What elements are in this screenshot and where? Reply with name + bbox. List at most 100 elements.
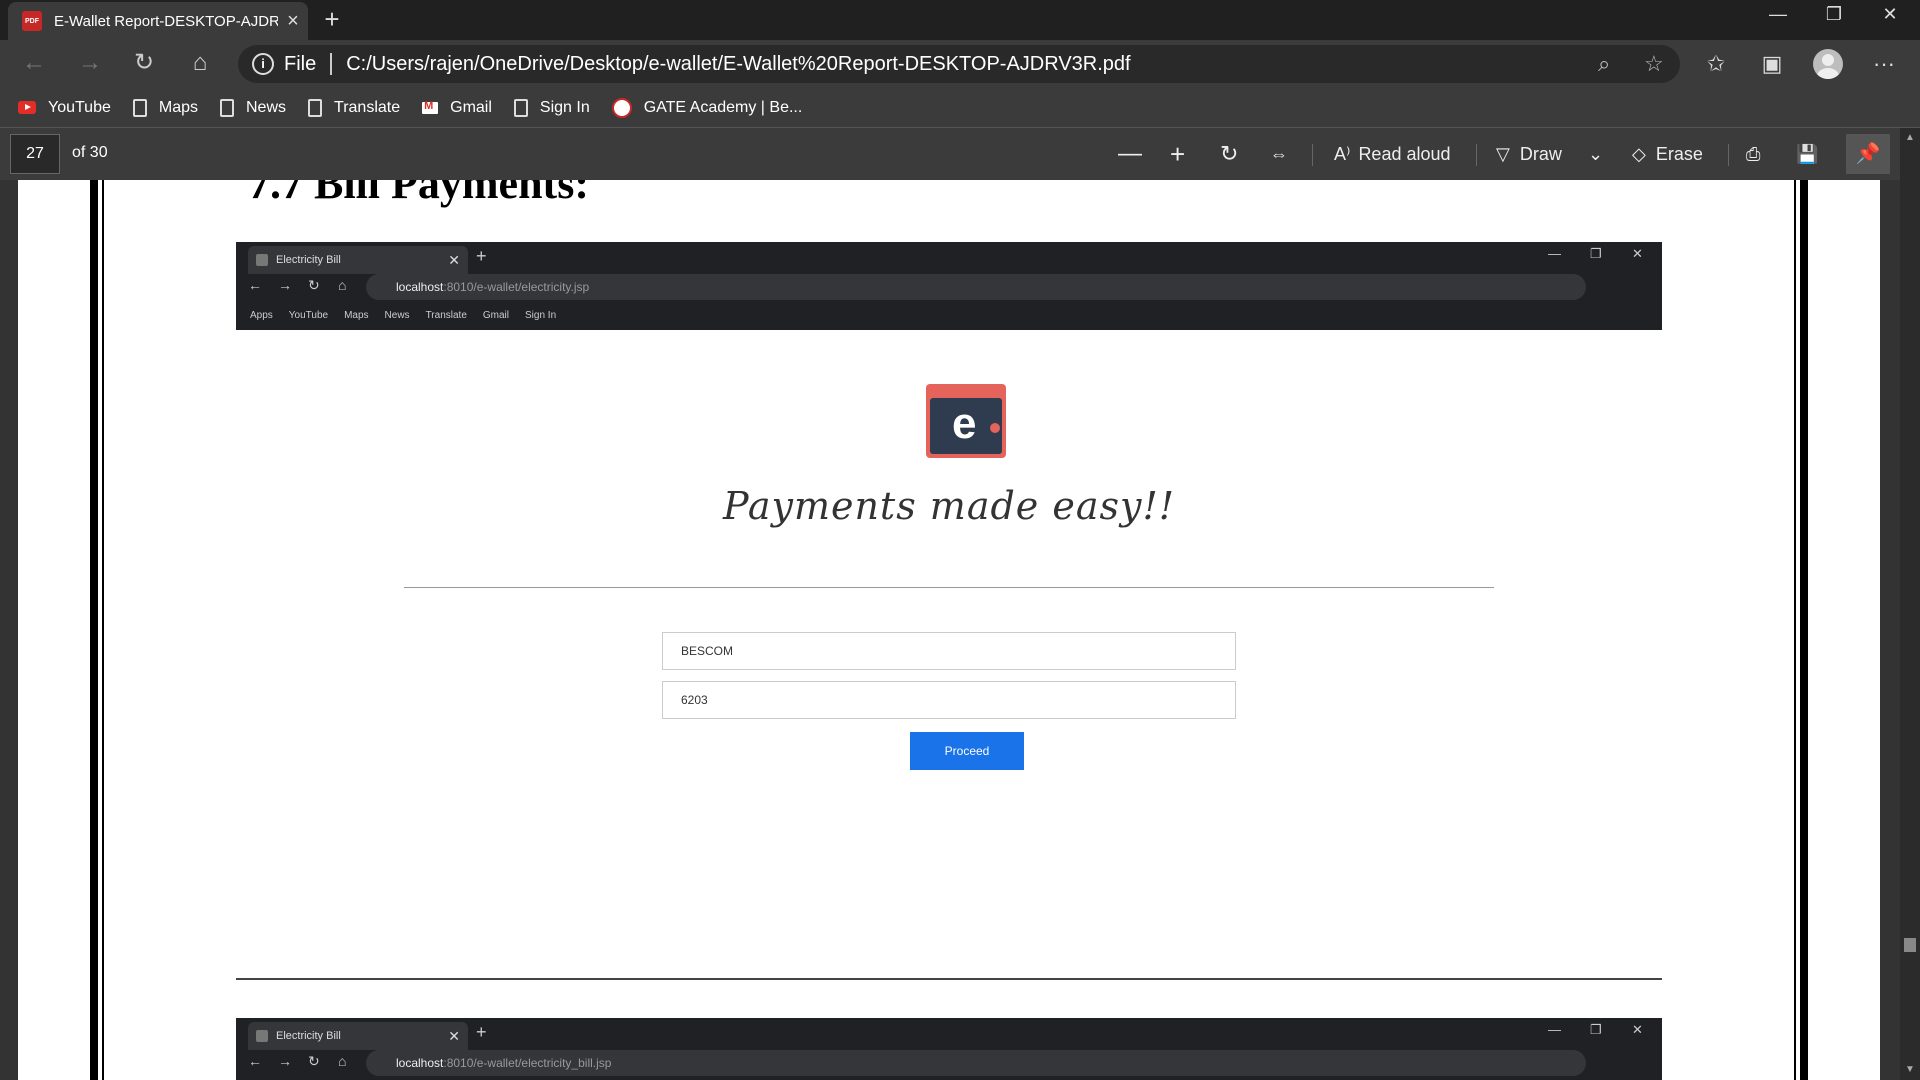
address-separator [330,53,333,75]
refresh-icon: ↻ [308,1053,320,1069]
minimize-icon: — [1548,246,1561,261]
forward-icon: → [278,277,292,293]
home-button[interactable]: ⌂ [182,48,218,80]
bookmark-maps[interactable]: Maps [132,98,198,117]
embedded-screenshot-electricity-bill: Electricity Bill ✕ + — ❐ ✕ ← → ↻ ⌂ local… [236,1018,1662,1080]
forward-button[interactable]: → [72,48,108,80]
toolbar-divider [1312,144,1313,166]
info-icon[interactable]: i [252,53,274,75]
restore-icon: ❐ [1590,1022,1602,1037]
save-icon[interactable]: 💾 [1796,140,1818,168]
scrollbar-thumb[interactable] [1904,938,1916,952]
read-aloud-button[interactable]: A⁾ Read aloud [1334,140,1451,168]
page-total: of 30 [72,144,108,161]
file-label: File [284,52,317,75]
draw-icon: ▽ [1496,144,1510,164]
screenshot-divider [236,978,1662,980]
page-icon [132,98,147,117]
pdf-viewer[interactable]: 7.7 Bill Payments: Electricity Bill ✕ + … [0,180,1920,1080]
pin-toolbar-icon[interactable]: 📌 [1846,134,1890,174]
wallet-dot [990,423,1000,433]
toolbar-divider [1728,144,1729,166]
account-number-input: 6203 [662,681,1236,719]
embedded-screenshot-electricity: Electricity Bill ✕ + — ❐ ✕ ← → ↻ ⌂ local… [236,242,1662,802]
favicon-icon [256,1030,268,1042]
provider-input: BESCOM [662,632,1236,670]
address-bar-row: ← → ↻ ⌂ i File C:/Users/rajen/OneDrive/D… [0,40,1920,88]
page-icon [308,98,323,117]
scroll-up-icon[interactable]: ▲ [1900,132,1920,143]
slogan: Payments made easy!! [722,484,1176,528]
favorite-star-icon[interactable]: ☆ [1644,51,1664,77]
close-icon: ✕ [448,1028,460,1044]
embedded-bookmarks: Apps YouTube Maps News Translate Gmail S… [250,310,557,321]
zoom-out-button[interactable]: — [1118,140,1142,168]
rotate-button[interactable]: ↻ [1220,140,1238,168]
new-tab-icon: + [476,1022,487,1042]
url-text[interactable]: C:/Users/rajen/OneDrive/Desktop/e-wallet… [346,53,1130,76]
embedded-url: localhost:8010/e-wallet/electricity_bill… [366,1050,1586,1076]
tab-close-icon[interactable]: × [278,10,308,33]
bookmark-gmail[interactable]: Gmail [422,99,492,117]
bookmark-translate[interactable]: Translate [308,98,400,117]
close-icon: ✕ [1632,246,1643,261]
pdf-file-icon: PDF [22,11,42,31]
new-tab-button[interactable]: + [316,4,348,36]
back-button[interactable]: ← [16,48,52,80]
page-border-right [1800,180,1808,1080]
favorites-icon[interactable]: ✩ [1698,48,1734,80]
embedded-tab: Electricity Bill ✕ [248,246,468,274]
minimize-button[interactable]: — [1750,0,1806,32]
profile-avatar[interactable] [1813,49,1843,79]
tab-title: E-Wallet Report-DESKTOP-AJDRV3R.pdf [54,12,278,30]
address-bar[interactable]: i File C:/Users/rajen/OneDrive/Desktop/e… [238,45,1680,83]
gate-academy-icon [611,97,632,118]
embedded-browser-chrome: Electricity Bill ✕ + — ❐ ✕ ← → ↻ ⌂ local… [236,1018,1662,1080]
page-border-right-inner [1794,180,1796,1080]
page-number-input[interactable]: 27 [10,134,60,174]
section-heading: 7.7 Bill Payments: [248,180,589,208]
page-border-left [90,180,98,1080]
divider [404,587,1494,588]
title-bar: PDF E-Wallet Report-DESKTOP-AJDRV3R.pdf … [0,0,1920,40]
refresh-icon: ↻ [308,277,320,293]
page-icon [220,98,234,117]
forward-icon: → [278,1053,292,1069]
back-icon: ← [248,1053,262,1069]
bookmark-youtube[interactable]: YouTube [18,99,111,117]
close-icon: ✕ [448,252,460,268]
read-aloud-icon: A⁾ [1334,144,1351,164]
page-icon [513,98,528,117]
pdf-toolbar: 27 of 30 — + ↻ ⇔ A⁾ Read aloud ▽ Draw ⌄ ◇ E… [0,128,1920,180]
draw-button[interactable]: ▽ Draw [1496,140,1562,168]
restore-button[interactable]: ❐ [1806,0,1862,32]
bookmark-news[interactable]: News [220,98,286,117]
eraser-icon: ◇ [1632,144,1646,164]
close-window-button[interactable]: ✕ [1862,0,1918,32]
home-icon: ⌂ [338,277,347,293]
draw-options-chevron-icon[interactable]: ⌄ [1588,140,1603,168]
minimize-icon: — [1548,1022,1561,1037]
zoom-in-button[interactable]: + [1170,140,1185,168]
erase-button[interactable]: ◇ Erase [1632,140,1703,168]
more-menu-icon[interactable]: ··· [1866,48,1902,80]
fit-page-button[interactable]: ⇔ [1270,140,1288,168]
print-icon[interactable]: ⎙ [1746,140,1760,168]
scroll-down-icon[interactable]: ▼ [1900,1064,1920,1075]
refresh-button[interactable]: ↻ [126,48,162,80]
bookmark-sign-in[interactable]: Sign In [513,98,590,117]
bookmark-gate-academy[interactable]: GATE Academy | Be... [611,97,802,118]
close-icon: ✕ [1632,1022,1643,1037]
embedded-url: localhost:8010/e-wallet/electricity.jsp [366,274,1586,300]
gmail-icon [422,100,439,114]
collections-icon[interactable]: ▣ [1754,48,1790,80]
embedded-tab: Electricity Bill ✕ [248,1022,468,1050]
youtube-icon [18,101,36,114]
browser-tab[interactable]: PDF E-Wallet Report-DESKTOP-AJDRV3R.pdf … [8,2,308,40]
embedded-browser-chrome: Electricity Bill ✕ + — ❐ ✕ ← → ↻ ⌂ local… [236,242,1662,330]
zoom-icon[interactable]: ⌕ [1598,51,1610,77]
home-icon: ⌂ [338,1053,347,1069]
bookmarks-bar: YouTube Maps News Translate Gmail Sign I… [0,88,1920,128]
vertical-scrollbar[interactable]: ▲ ▼ [1900,128,1920,1080]
back-icon: ← [248,277,262,293]
